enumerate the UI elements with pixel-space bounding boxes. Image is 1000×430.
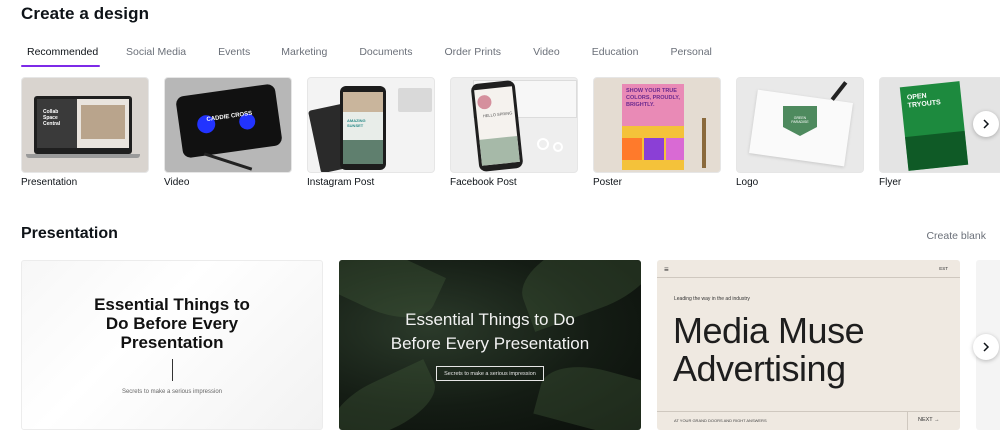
template-heading: Essential Things to Do Before Every Pres…	[94, 295, 250, 352]
tab-personal[interactable]: Personal	[670, 40, 711, 67]
design-type-poster[interactable]: SHOW YOUR TRUE COLORS, PROUDLY, BRIGHTLY…	[593, 77, 721, 188]
phone-icon: CADDIE CROSS	[175, 83, 283, 159]
divider	[172, 359, 173, 381]
template-subtitle: Secrets to make a serious impression	[121, 389, 223, 395]
create-blank-link[interactable]: Create blank	[926, 230, 986, 242]
est-label: EST	[939, 266, 948, 271]
facebook-post-thumbnail: HELLO SPRING	[450, 77, 578, 173]
tab-documents[interactable]: Documents	[359, 40, 412, 67]
design-type-label: Video	[164, 177, 190, 188]
category-tabs: Recommended Social Media Events Marketin…	[21, 40, 712, 67]
design-type-video[interactable]: CADDIE CROSS Video	[164, 77, 292, 188]
design-type-label: Flyer	[879, 177, 902, 188]
design-type-label: Presentation	[21, 177, 78, 188]
carousel-next-button[interactable]	[973, 111, 999, 137]
design-type-presentation[interactable]: Collab Space Central Presentation	[21, 77, 149, 188]
tab-recommended[interactable]: Recommended	[21, 40, 100, 67]
design-type-label: Poster	[593, 177, 622, 188]
chevron-right-icon	[983, 342, 990, 352]
poster-thumbnail: SHOW YOUR TRUE COLORS, PROUDLY, BRIGHTLY…	[593, 77, 721, 173]
design-type-facebook-post[interactable]: HELLO SPRING Facebook Post	[450, 77, 578, 188]
chevron-right-icon	[983, 119, 990, 129]
template-kicker: Leading the way in the ad industry	[674, 296, 750, 302]
tab-marketing[interactable]: Marketing	[281, 40, 327, 67]
section-title: Presentation	[21, 225, 118, 242]
design-type-instagram-post[interactable]: AMAZING SUNSET Instagram Post	[307, 77, 435, 188]
template-card[interactable]: Essential Things to Do Before Every Pres…	[21, 260, 323, 430]
design-type-label: Logo	[736, 177, 759, 188]
tab-social-media[interactable]: Social Media	[126, 40, 186, 67]
template-card[interactable]: Essential Things to Do Before Every Pres…	[339, 260, 641, 430]
design-type-label: Instagram Post	[307, 177, 375, 188]
phone-icon: HELLO SPRING	[470, 79, 524, 172]
design-type-logo[interactable]: GREEN PARADISE Logo	[736, 77, 864, 188]
template-cta-box: Secrets to make a serious impression	[436, 366, 544, 381]
template-footer: AT YOUR GRAND DOORS AND RIGHT ANSWERS	[674, 418, 767, 423]
laptop-icon: Collab Space Central	[34, 96, 132, 154]
template-heading: Media Muse Advertising	[673, 310, 865, 389]
template-card[interactable]: ≡ EST Leading the way in the ad industry…	[657, 260, 960, 430]
tab-education[interactable]: Education	[592, 40, 639, 67]
tab-events[interactable]: Events	[218, 40, 250, 67]
instagram-post-thumbnail: AMAZING SUNSET	[307, 77, 435, 173]
phone-icon: AMAZING SUNSET	[340, 86, 386, 170]
logo-thumbnail: GREEN PARADISE	[736, 77, 864, 173]
presentation-templates-carousel: Essential Things to Do Before Every Pres…	[21, 260, 1000, 430]
design-type-label: Facebook Post	[450, 177, 517, 188]
tab-order-prints[interactable]: Order Prints	[444, 40, 501, 67]
presentation-thumbnail: Collab Space Central	[21, 77, 149, 173]
tab-video[interactable]: Video	[533, 40, 560, 67]
menu-icon: ≡	[664, 265, 669, 274]
page-title: Create a design	[21, 4, 150, 23]
templates-next-button[interactable]	[973, 334, 999, 360]
design-type-carousel: Collab Space Central Presentation CADDIE…	[21, 77, 1000, 195]
template-heading: Essential Things to Do Before Every Pres…	[390, 310, 590, 353]
template-next-label: NEXT →	[918, 417, 940, 423]
video-thumbnail: CADDIE CROSS	[164, 77, 292, 173]
